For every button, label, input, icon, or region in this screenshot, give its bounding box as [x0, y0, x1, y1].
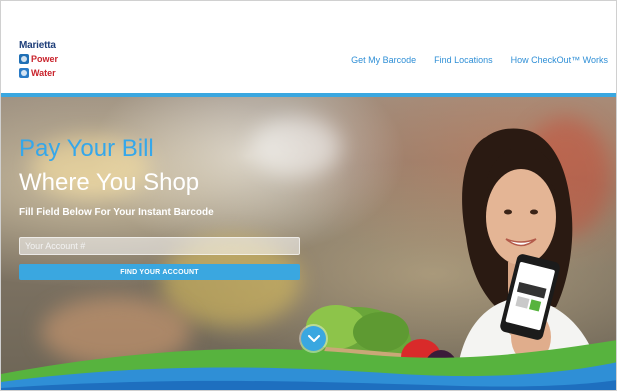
company-logo[interactable]: Marietta Power Water — [19, 38, 69, 86]
water-drop-icon — [19, 68, 29, 78]
nav-how-checkout-works[interactable]: How CheckOut™ Works — [511, 55, 608, 65]
scroll-down-button[interactable] — [301, 326, 326, 351]
nav-find-locations[interactable]: Find Locations — [434, 55, 493, 65]
logo-power-label: Power — [31, 54, 59, 64]
hero-section: Pay Your Bill Where You Shop Fill Field … — [1, 97, 616, 390]
site-header: Marietta Power Water Get My Barcode Find… — [1, 1, 616, 93]
find-account-button[interactable]: FIND YOUR ACCOUNT — [19, 264, 300, 280]
hero-subheading: Fill Field Below For Your Instant Barcod… — [19, 207, 214, 218]
hero-headline-line1: Pay Your Bill — [19, 135, 154, 162]
logo-water-label: Water — [31, 68, 56, 78]
nav-get-my-barcode[interactable]: Get My Barcode — [351, 55, 416, 65]
main-nav: Get My Barcode Find Locations How CheckO… — [351, 55, 608, 65]
lightning-icon — [19, 54, 29, 64]
account-number-input[interactable] — [19, 237, 300, 255]
chevron-down-icon — [307, 334, 320, 342]
page-frame: Marietta Power Water Get My Barcode Find… — [0, 0, 617, 391]
hero-headline-line2: Where You Shop — [19, 169, 200, 196]
logo-name: Marietta — [19, 39, 56, 51]
